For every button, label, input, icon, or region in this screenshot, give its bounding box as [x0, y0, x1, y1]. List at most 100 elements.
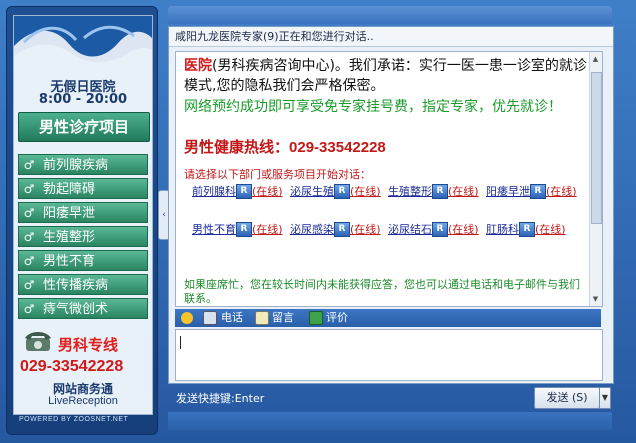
- dept-name: 男性不育: [192, 223, 236, 236]
- service-item-surgery[interactable]: ♂ 痔气微创术: [18, 298, 148, 319]
- message-button[interactable]: 留言: [255, 309, 294, 327]
- hospital-name: 医院: [184, 58, 212, 74]
- wave-logo-icon: [14, 16, 152, 70]
- send-options-dropdown[interactable]: ▼: [599, 387, 611, 409]
- dept-status: (在线): [448, 185, 479, 198]
- chat-icon: R: [236, 184, 252, 199]
- intro-message: 医院(男科疾病咨询中心)。我们承诺：实行一医一患一诊室的就诊模式,您的隐私我们会…: [184, 56, 588, 96]
- send-button[interactable]: 发送 (S): [534, 387, 600, 409]
- intro-text: (男科疾病咨询中心)。我们承诺：实行一医一患一诊室的就诊模式,您的隐私我们会严格…: [184, 58, 587, 94]
- dept-status: (在线): [350, 223, 381, 236]
- dept-link-anorectal[interactable]: 肛肠科 R (在线): [486, 222, 586, 237]
- send-shortcut-hint: 发送快捷键:Enter: [176, 392, 265, 405]
- service-label: 前列腺疾病: [43, 158, 109, 173]
- appointment-promo: 网络预约成功即可享受免专家挂号费，指定专家，优先就诊！: [184, 99, 562, 115]
- sidebar-panel: 无假日医院 8:00 - 20:00 男性诊疗项目 ♂ 前列腺疾病 ♂ 勃起障碍 ♂…: [13, 15, 153, 415]
- scroll-up-icon[interactable]: ▲: [591, 54, 600, 64]
- service-item-std[interactable]: ♂ 性传播疾病: [18, 274, 148, 295]
- male-symbol-icon: ♂: [23, 278, 35, 292]
- emoji-button[interactable]: [181, 309, 196, 327]
- service-label: 痔气微创术: [43, 302, 109, 317]
- message-scrollbar[interactable]: ▲ ▼: [589, 52, 602, 306]
- top-bar: [168, 6, 612, 24]
- hotline-label: 男性健康热线：: [184, 138, 290, 156]
- scroll-down-icon[interactable]: ▼: [591, 294, 600, 304]
- service-item-erectile[interactable]: ♂ 勃起障碍: [18, 178, 148, 199]
- phone-number: 029-33542228: [20, 358, 124, 375]
- dept-name: 泌尿生殖: [290, 185, 334, 198]
- service-label: 勃起障碍: [43, 182, 96, 197]
- brand-subtitle: LiveReception: [48, 395, 118, 407]
- chat-icon: R: [519, 222, 535, 237]
- dept-status: (在线): [448, 223, 479, 236]
- rate-button[interactable]: 评价: [309, 309, 348, 327]
- dept-link-plastic[interactable]: 生殖整形 R (在线): [388, 184, 480, 199]
- bottom-strip: [168, 412, 612, 430]
- telephone-icon: [25, 332, 51, 351]
- service-label: 阳痿早泄: [43, 206, 96, 221]
- phone-area: 男科专线 029-33542228: [14, 322, 152, 378]
- dept-status: (在线): [535, 223, 566, 236]
- chat-header: 咸阳九龙医院专家(9)正在和您进行对话..: [169, 27, 613, 47]
- rate-tool-label: 评价: [326, 311, 348, 324]
- dept-status: (在线): [252, 223, 283, 236]
- male-symbol-icon: ♂: [23, 206, 35, 220]
- rate-icon: [309, 311, 323, 325]
- powered-by: POWERED BY ZOOSNET.NET: [19, 416, 129, 423]
- phone-label: 男科专线: [58, 336, 119, 354]
- hotline-number: 029-33542228: [289, 139, 386, 156]
- hours-time: 8:00 - 20:00: [38, 92, 128, 107]
- dept-name: 前列腺科: [192, 185, 236, 198]
- chat-icon: R: [236, 222, 252, 237]
- male-symbol-icon: ♂: [23, 230, 35, 244]
- dept-name: 泌尿结石: [388, 223, 432, 236]
- chat-icon: R: [334, 184, 350, 199]
- sidebar: 无假日医院 8:00 - 20:00 男性诊疗项目 ♂ 前列腺疾病 ♂ 勃起障碍 ♂…: [6, 6, 158, 435]
- male-symbol-icon: ♂: [23, 302, 35, 316]
- dept-link-infection[interactable]: 泌尿感染 R (在线): [290, 222, 382, 237]
- chat-icon: R: [334, 222, 350, 237]
- scroll-thumb[interactable]: [591, 72, 602, 224]
- dept-status: (在线): [350, 185, 381, 198]
- service-item-prostate[interactable]: ♂ 前列腺疾病: [18, 154, 148, 175]
- male-symbol-icon: ♂: [23, 158, 35, 172]
- dept-name: 泌尿感染: [290, 223, 334, 236]
- chat-icon: R: [530, 184, 546, 199]
- message-area: 医院(男科疾病咨询中心)。我们承诺：实行一医一患一诊室的就诊模式,您的隐私我们会…: [175, 51, 603, 307]
- dept-link-stones[interactable]: 泌尿结石 R (在线): [388, 222, 480, 237]
- chat-icon: R: [432, 184, 448, 199]
- hotline: 男性健康热线：029-33542228: [184, 136, 386, 157]
- text-caret: [180, 336, 181, 349]
- chat-icon: R: [432, 222, 448, 237]
- service-item-impotence[interactable]: ♂ 阳痿早泄: [18, 202, 148, 223]
- dept-status: (在线): [252, 185, 283, 198]
- floppy-icon: [203, 311, 217, 325]
- message-input[interactable]: [175, 329, 603, 381]
- phone-button[interactable]: 电话: [221, 309, 243, 327]
- message-tool-label: 留言: [272, 311, 294, 324]
- dept-name: 阳痿早泄: [486, 185, 530, 198]
- male-symbol-icon: ♂: [23, 254, 35, 268]
- dept-link-urology[interactable]: 泌尿生殖 R (在线): [290, 184, 382, 199]
- service-label: 生殖整形: [43, 230, 96, 245]
- service-label: 性传播疾病: [43, 278, 109, 293]
- dept-link-impotence[interactable]: 阳痿早泄 R (在线): [486, 184, 578, 199]
- service-item-infertility[interactable]: ♂ 男性不育: [18, 250, 148, 271]
- choose-department-prompt: 请选择以下部门或服务项目开始对话：: [184, 168, 371, 181]
- save-button[interactable]: [203, 309, 220, 327]
- window-frame: 无假日医院 8:00 - 20:00 男性诊疗项目 ♂ 前列腺疾病 ♂ 勃起障碍 ♂…: [0, 0, 636, 443]
- chat-toolbar: 电话 留言 评价: [175, 309, 601, 327]
- chat-window: 咸阳九龙医院专家(9)正在和您进行对话.. 医院(男科疾病咨询中心)。我们承诺：…: [168, 26, 614, 384]
- dept-link-prostate[interactable]: 前列腺科 R (在线): [192, 184, 284, 199]
- note-icon: [255, 311, 269, 325]
- busy-notice: 如果座席忙，您在较长时间内未能获得应答，您也可以通过电话和电子邮件与我们联系。: [184, 278, 580, 305]
- smiley-icon: [181, 312, 193, 324]
- phone-tool-label: 电话: [221, 311, 243, 324]
- dept-status: (在线): [546, 185, 577, 198]
- male-symbol-icon: ♂: [23, 182, 35, 196]
- dept-name: 肛肠科: [486, 223, 519, 236]
- dept-name: 生殖整形: [388, 185, 432, 198]
- dept-link-infertility[interactable]: 男性不育 R (在线): [192, 222, 284, 237]
- section-title: 男性诊疗项目: [18, 112, 150, 142]
- service-item-plastic[interactable]: ♂ 生殖整形: [18, 226, 148, 247]
